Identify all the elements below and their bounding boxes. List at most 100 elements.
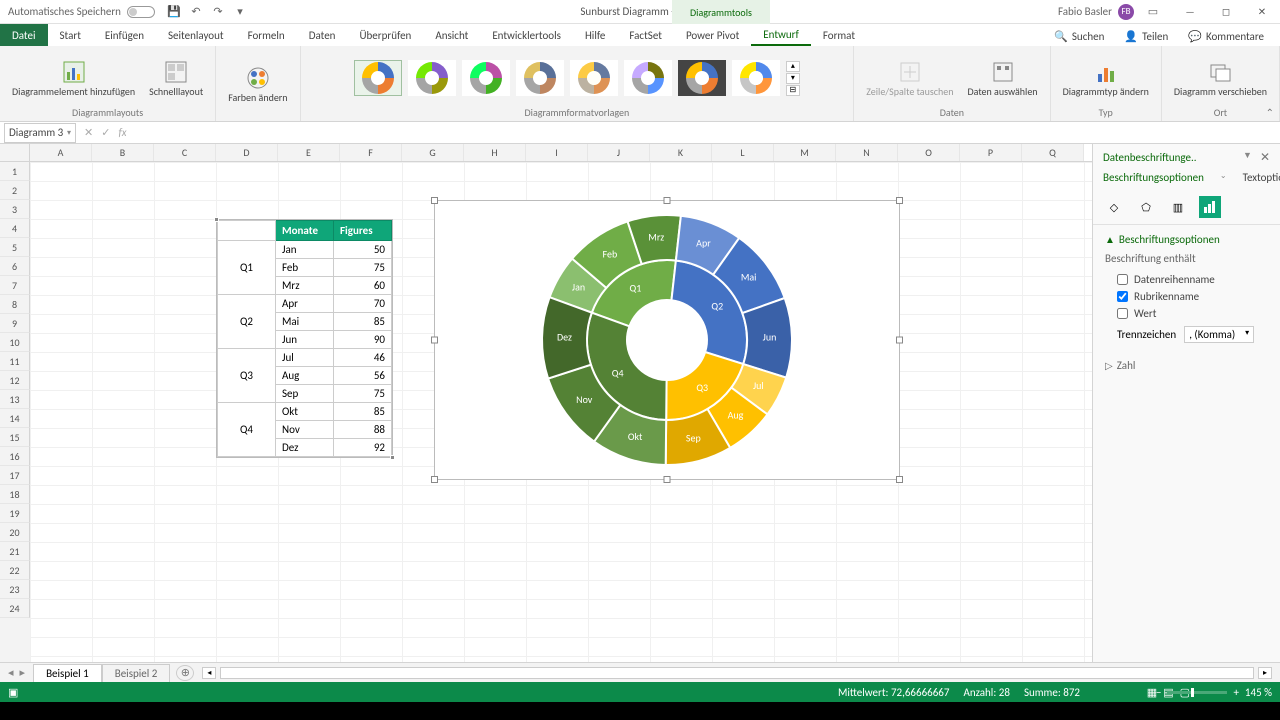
qat-more-icon[interactable]: ▾: [233, 5, 247, 19]
change-colors-button[interactable]: Farben ändern: [224, 64, 291, 105]
new-sheet-button[interactable]: ⊕: [176, 665, 194, 681]
row-header[interactable]: 8: [0, 295, 30, 314]
column-header[interactable]: D: [216, 144, 278, 161]
row-header[interactable]: 3: [0, 200, 30, 219]
chart-style-8[interactable]: [732, 60, 780, 96]
sheet-nav-prev-icon[interactable]: ◂: [8, 666, 14, 679]
tab-entwicklertools[interactable]: Entwicklertools: [480, 24, 573, 46]
scroll-right-icon[interactable]: ▸: [1258, 667, 1272, 679]
column-header[interactable]: B: [92, 144, 154, 161]
gallery-down-icon[interactable]: ▾: [786, 73, 800, 84]
tab-format[interactable]: Format: [811, 24, 867, 46]
tab-file[interactable]: Datei: [0, 24, 48, 46]
row-header[interactable]: 7: [0, 276, 30, 295]
zoom-level[interactable]: 145 %: [1245, 686, 1272, 699]
sheet-tab-active[interactable]: Beispiel 1: [33, 664, 102, 682]
column-header[interactable]: Q: [1022, 144, 1084, 161]
size-properties-icon[interactable]: ▥: [1167, 196, 1189, 218]
chart-style-1[interactable]: [354, 60, 402, 96]
row-header[interactable]: 1: [0, 162, 30, 181]
zoom-out-icon[interactable]: −: [1156, 686, 1161, 699]
column-header[interactable]: O: [898, 144, 960, 161]
cancel-formula-icon[interactable]: ✕: [84, 126, 93, 139]
switch-row-column-button[interactable]: Zeile/Spalte tauschen: [862, 58, 957, 99]
row-header[interactable]: 23: [0, 580, 30, 599]
row-header[interactable]: 4: [0, 219, 30, 238]
chart-style-4[interactable]: [516, 60, 564, 96]
horizontal-scrollbar[interactable]: [220, 667, 1254, 679]
select-data-button[interactable]: Daten auswählen: [963, 58, 1041, 99]
row-header[interactable]: 18: [0, 485, 30, 504]
chart-style-6[interactable]: [624, 60, 672, 96]
move-chart-button[interactable]: Diagramm verschieben: [1170, 58, 1271, 99]
column-header[interactable]: C: [154, 144, 216, 161]
chart-object[interactable]: Q1JanFebMrzQ2AprMaiJunQ3JulAugSepQ4OktNo…: [434, 200, 900, 480]
autosave-toggle[interactable]: [127, 6, 155, 18]
ribbon-display-icon[interactable]: ▭: [1146, 5, 1160, 19]
gallery-more-icon[interactable]: ⊟: [786, 85, 800, 96]
cells-area[interactable]: MonateFiguresQ1Jan50Feb75Mrz60Q2Apr70Mai…: [30, 162, 1092, 662]
tab-überprüfen[interactable]: Überprüfen: [347, 24, 423, 46]
tab-ansicht[interactable]: Ansicht: [423, 24, 480, 46]
close-pane-icon[interactable]: ✕: [1260, 150, 1270, 165]
row-header[interactable]: 22: [0, 561, 30, 580]
row-header[interactable]: 10: [0, 333, 30, 352]
tab-factset[interactable]: FactSet: [617, 24, 674, 46]
column-header[interactable]: L: [712, 144, 774, 161]
fx-icon[interactable]: fx: [118, 126, 126, 139]
user-account[interactable]: Fabio Basler FB: [1058, 4, 1134, 20]
column-header[interactable]: M: [774, 144, 836, 161]
row-header[interactable]: 14: [0, 409, 30, 428]
column-header[interactable]: A: [30, 144, 92, 161]
label-options-icon[interactable]: [1199, 196, 1221, 218]
resize-handle[interactable]: [431, 197, 438, 204]
comments-button[interactable]: 💬 Kommentare: [1180, 27, 1272, 46]
column-header[interactable]: E: [278, 144, 340, 161]
collapse-ribbon-icon[interactable]: ⌃: [1266, 106, 1274, 119]
sunburst-chart[interactable]: Q1JanFebMrzQ2AprMaiJunQ3JulAugSepQ4OktNo…: [537, 210, 797, 470]
row-header[interactable]: 12: [0, 371, 30, 390]
add-chart-element-button[interactable]: Diagrammelement hinzufügen: [8, 58, 139, 99]
sheet-nav-next-icon[interactable]: ▸: [20, 666, 26, 679]
tab-entwurf[interactable]: Entwurf: [751, 24, 811, 46]
column-header[interactable]: P: [960, 144, 1022, 161]
tell-me-search[interactable]: 🔍 Suchen: [1046, 27, 1112, 46]
column-header[interactable]: I: [526, 144, 588, 161]
row-header[interactable]: 24: [0, 599, 30, 618]
resize-handle[interactable]: [431, 337, 438, 344]
chart-style-5[interactable]: [570, 60, 618, 96]
name-box[interactable]: Diagramm 3▾: [4, 123, 76, 143]
gallery-up-icon[interactable]: ▴: [786, 61, 800, 72]
separator-select[interactable]: , (Komma) ▾: [1184, 326, 1254, 343]
resize-handle[interactable]: [896, 476, 903, 483]
row-header[interactable]: 21: [0, 542, 30, 561]
row-header[interactable]: 19: [0, 504, 30, 523]
select-all-corner[interactable]: [0, 144, 30, 161]
row-header[interactable]: 2: [0, 181, 30, 200]
chart-style-2[interactable]: [408, 60, 456, 96]
tab-seitenlayout[interactable]: Seitenlayout: [156, 24, 236, 46]
row-header[interactable]: 13: [0, 390, 30, 409]
pane-dropdown-icon[interactable]: ▼: [1243, 150, 1252, 165]
tab-daten[interactable]: Daten: [297, 24, 348, 46]
row-header[interactable]: 9: [0, 314, 30, 333]
row-header[interactable]: 5: [0, 238, 30, 257]
column-header[interactable]: N: [836, 144, 898, 161]
number-section[interactable]: ▷ Zahl: [1105, 359, 1268, 372]
series-name-checkbox[interactable]: Datenreihenname: [1105, 271, 1268, 288]
zoom-slider[interactable]: [1167, 691, 1227, 694]
tab-formeln[interactable]: Formeln: [236, 24, 297, 46]
undo-icon[interactable]: ↶: [189, 5, 203, 19]
minimize-button[interactable]: —: [1172, 0, 1208, 24]
tab-power pivot[interactable]: Power Pivot: [674, 24, 751, 46]
chart-style-3[interactable]: [462, 60, 510, 96]
category-name-checkbox[interactable]: Rubrikenname: [1105, 288, 1268, 305]
maximize-button[interactable]: ◻: [1208, 0, 1244, 24]
chart-style-7[interactable]: [678, 60, 726, 96]
label-options-tab[interactable]: Beschriftungsoptionen: [1103, 171, 1204, 184]
share-button[interactable]: 👤 Teilen: [1116, 27, 1176, 46]
enter-formula-icon[interactable]: ✓: [101, 126, 110, 139]
resize-handle[interactable]: [431, 476, 438, 483]
row-header[interactable]: 11: [0, 352, 30, 371]
value-checkbox[interactable]: Wert: [1105, 305, 1268, 322]
